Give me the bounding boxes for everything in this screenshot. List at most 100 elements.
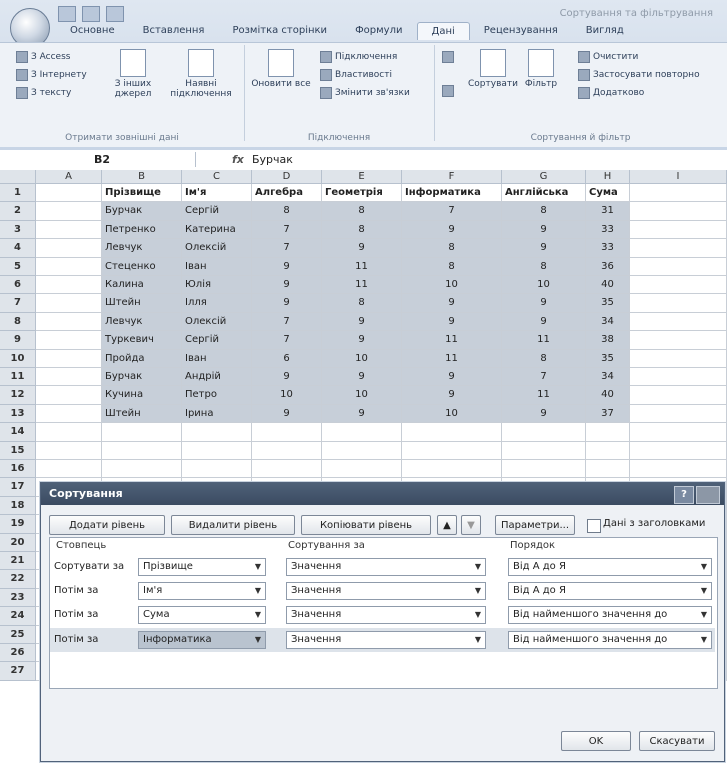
- cell[interactable]: [402, 423, 502, 442]
- undo-icon[interactable]: [82, 6, 100, 22]
- cell[interactable]: 7: [252, 220, 322, 240]
- row-header[interactable]: 23: [0, 588, 36, 608]
- cell[interactable]: [402, 460, 502, 479]
- tab-insert[interactable]: Вставлення: [129, 22, 219, 40]
- cell[interactable]: 9: [402, 294, 502, 313]
- cell[interactable]: Ірина: [182, 404, 252, 424]
- fx-icon[interactable]: fx: [232, 152, 244, 167]
- cell[interactable]: 9: [252, 257, 322, 276]
- tab-page-layout[interactable]: Розмітка сторінки: [218, 22, 341, 40]
- column-select[interactable]: Ім'я ▼: [138, 582, 266, 600]
- order-select[interactable]: Від А до Я ▼: [508, 582, 712, 600]
- cell[interactable]: 6: [252, 349, 322, 368]
- cell[interactable]: 7: [252, 239, 322, 258]
- cell[interactable]: [630, 257, 727, 276]
- cell[interactable]: [36, 368, 102, 387]
- cell[interactable]: Штейн: [102, 404, 182, 424]
- cell[interactable]: 8: [322, 202, 402, 221]
- row-header[interactable]: 9: [0, 331, 36, 350]
- cell[interactable]: [502, 460, 586, 479]
- cell[interactable]: [102, 423, 182, 442]
- advanced-button[interactable]: Додатково: [578, 87, 644, 99]
- cell[interactable]: 40: [586, 386, 630, 405]
- cell[interactable]: 8: [502, 202, 586, 221]
- cell[interactable]: 9: [322, 368, 402, 387]
- cell[interactable]: [252, 441, 322, 460]
- cell[interactable]: 8: [402, 257, 502, 276]
- row-header[interactable]: 14: [0, 423, 36, 442]
- column-header-a[interactable]: A: [36, 170, 102, 184]
- cell[interactable]: [502, 441, 586, 460]
- row-header[interactable]: 4: [0, 239, 36, 258]
- column-select[interactable]: Інформатика ▼: [138, 631, 266, 649]
- cell[interactable]: 9: [502, 220, 586, 240]
- tab-review[interactable]: Рецензування: [470, 22, 572, 40]
- cell[interactable]: 8: [252, 202, 322, 221]
- cell[interactable]: Алгебра: [252, 184, 322, 203]
- tab-view[interactable]: Вигляд: [572, 22, 638, 40]
- cell[interactable]: 40: [586, 276, 630, 295]
- row-header[interactable]: 7: [0, 294, 36, 313]
- column-header-g[interactable]: G: [502, 170, 586, 184]
- cell[interactable]: 10: [322, 349, 402, 368]
- cell[interactable]: 9: [322, 312, 402, 332]
- cell[interactable]: Бурчак: [102, 202, 182, 221]
- cell[interactable]: Кучина: [102, 386, 182, 405]
- cell[interactable]: 9: [402, 386, 502, 405]
- cell[interactable]: [630, 460, 727, 479]
- name-box[interactable]: B2: [6, 152, 196, 167]
- cell[interactable]: [36, 202, 102, 221]
- cell[interactable]: 9: [502, 404, 586, 424]
- cell[interactable]: 35: [586, 294, 630, 313]
- sort-az-button[interactable]: [442, 51, 454, 63]
- cell[interactable]: Сума: [586, 184, 630, 203]
- close-icon[interactable]: [696, 486, 720, 504]
- row-header[interactable]: 1: [0, 184, 36, 203]
- sort-on-select[interactable]: Значення ▼: [286, 582, 486, 600]
- cell[interactable]: 11: [402, 331, 502, 350]
- cell[interactable]: [102, 441, 182, 460]
- cell[interactable]: Іван: [182, 349, 252, 368]
- cell[interactable]: 36: [586, 257, 630, 276]
- cell[interactable]: [36, 220, 102, 240]
- ok-button[interactable]: OK: [561, 731, 631, 751]
- cell[interactable]: 9: [322, 239, 402, 258]
- cell[interactable]: 34: [586, 312, 630, 332]
- cell[interactable]: [586, 441, 630, 460]
- cell[interactable]: 8: [502, 349, 586, 368]
- row-header[interactable]: 16: [0, 460, 36, 479]
- cell[interactable]: [630, 239, 727, 258]
- cell[interactable]: 11: [502, 386, 586, 405]
- cancel-button[interactable]: Скасувати: [639, 731, 715, 751]
- tab-data[interactable]: Дані: [416, 22, 470, 40]
- cell[interactable]: 7: [402, 202, 502, 221]
- column-header-e[interactable]: E: [322, 170, 402, 184]
- cell[interactable]: [630, 184, 727, 203]
- cell[interactable]: Туркевич: [102, 331, 182, 350]
- cell[interactable]: [630, 349, 727, 368]
- cell[interactable]: [182, 460, 252, 479]
- row-header[interactable]: 17: [0, 478, 36, 497]
- row-header[interactable]: 27: [0, 662, 36, 681]
- cell[interactable]: Ілля: [182, 294, 252, 313]
- cell[interactable]: [36, 460, 102, 479]
- cell[interactable]: 8: [502, 257, 586, 276]
- cell[interactable]: [630, 423, 727, 442]
- cell[interactable]: 9: [252, 276, 322, 295]
- row-header[interactable]: 18: [0, 496, 36, 516]
- cell[interactable]: [586, 460, 630, 479]
- cell[interactable]: [36, 331, 102, 350]
- cell[interactable]: [36, 441, 102, 460]
- cell[interactable]: 11: [402, 349, 502, 368]
- save-icon[interactable]: [58, 6, 76, 22]
- sort-on-select[interactable]: Значення ▼: [286, 606, 486, 624]
- reapply-button[interactable]: Застосувати повторно: [578, 69, 700, 81]
- cell[interactable]: [36, 312, 102, 332]
- cell[interactable]: Олексій: [182, 239, 252, 258]
- column-header-h[interactable]: H: [586, 170, 630, 184]
- cell[interactable]: 38: [586, 331, 630, 350]
- cell[interactable]: Сергій: [182, 331, 252, 350]
- redo-icon[interactable]: [106, 6, 124, 22]
- row-header[interactable]: 25: [0, 625, 36, 644]
- cell[interactable]: [322, 441, 402, 460]
